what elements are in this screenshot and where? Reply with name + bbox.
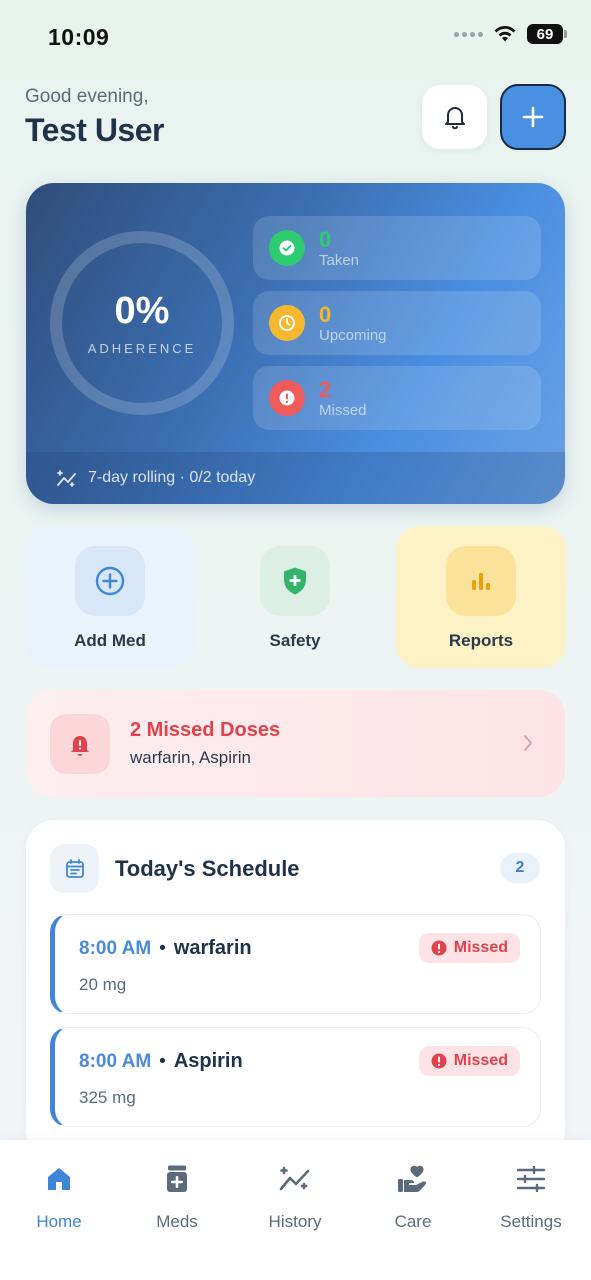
adherence-footer: 7-day rolling · 0/2 today [26, 452, 565, 504]
battery-icon: 69 [527, 24, 567, 44]
history-trend-icon [278, 1162, 312, 1196]
status-indicators: 69 [454, 24, 567, 44]
stat-missed: 2 Missed [253, 366, 541, 430]
bar-chart-icon [446, 546, 516, 616]
nav-settings-label: Settings [500, 1212, 562, 1231]
nav-care-label: Care [394, 1212, 432, 1231]
stat-taken: 0 Taken [253, 216, 541, 280]
care-heart-hand-icon [396, 1162, 430, 1196]
nav-home[interactable]: Home [4, 1162, 114, 1232]
dose-name: Aspirin [173, 1050, 243, 1072]
dose-amount: 20 mg [79, 975, 127, 994]
stat-missed-value: 2 [319, 376, 332, 402]
reports-label: Reports [448, 631, 514, 650]
stat-missed-label: Missed [319, 401, 367, 419]
nav-home-label: Home [36, 1212, 82, 1231]
notifications-button[interactable] [422, 85, 487, 149]
missed-alert-icon [431, 1053, 447, 1069]
stat-upcoming: 0 Upcoming [253, 291, 541, 355]
dose-name: warfarin [173, 937, 252, 959]
reports-button[interactable]: Reports [396, 526, 566, 668]
schedule-card: Today's Schedule 2 8:00 AM • warfarin 20… [26, 820, 565, 1160]
check-icon [269, 230, 305, 266]
missed-status-badge: Missed [418, 933, 520, 963]
dose-item[interactable]: 8:00 AM • warfarin 20 mg Missed [50, 914, 541, 1014]
status-bar: 10:09 69 [0, 0, 591, 70]
missed-status-badge: Missed [418, 1046, 520, 1076]
add-med-label: Add Med [74, 631, 146, 650]
missed-status-text: Missed [453, 1052, 508, 1069]
stat-upcoming-value: 0 [319, 301, 332, 327]
safety-label: Safety [269, 631, 321, 650]
user-name: Test User [25, 112, 164, 148]
adherence-ring: 0% ADHERENCE [50, 231, 234, 415]
add-button[interactable] [500, 84, 566, 150]
chevron-right-icon [524, 735, 532, 751]
add-med-button[interactable]: Add Med [25, 526, 195, 668]
missed-doses-title: 2 Missed Doses [130, 719, 281, 741]
wifi-icon [494, 26, 516, 42]
adherence-footer-text: 7-day rolling · 0/2 today [88, 469, 256, 486]
bell-icon [444, 107, 465, 130]
schedule-title: Today's Schedule [115, 856, 300, 881]
clock-icon [269, 305, 305, 341]
safety-button[interactable]: Safety [210, 526, 380, 668]
greeting-text: Good evening, [25, 86, 149, 107]
stat-taken-label: Taken [319, 251, 360, 269]
missed-doses-subtitle: warfarin, Aspirin [130, 748, 251, 767]
nav-meds[interactable]: Meds [122, 1162, 232, 1232]
nav-meds-label: Meds [156, 1212, 198, 1231]
dose-separator: • [159, 937, 166, 959]
dose-time: 8:00 AM [79, 1050, 152, 1072]
add-circle-icon [75, 546, 145, 616]
status-time: 10:09 [48, 24, 110, 50]
bottom-nav: Home Meds History Care Settings [0, 1140, 591, 1280]
nav-settings[interactable]: Settings [476, 1162, 586, 1232]
nav-history[interactable]: History [240, 1162, 350, 1232]
medicine-bottle-icon [164, 1162, 190, 1196]
alert-icon [269, 380, 305, 416]
adherence-card[interactable]: 0% ADHERENCE 0 Taken 0 Upcoming 2 Missed [26, 183, 565, 504]
alarm-bell-icon [50, 713, 110, 774]
home-icon [45, 1162, 73, 1196]
plus-icon [522, 106, 544, 128]
dose-item[interactable]: 8:00 AM • Aspirin 325 mg Missed [50, 1027, 541, 1127]
shield-icon [260, 546, 330, 616]
trend-sparkle-icon [57, 470, 76, 487]
nav-care[interactable]: Care [358, 1162, 468, 1232]
nav-history-label: History [268, 1212, 322, 1231]
adherence-percent: 0% [114, 290, 170, 332]
stat-taken-value: 0 [319, 226, 332, 252]
schedule-count-badge: 2 [500, 853, 540, 883]
stat-upcoming-label: Upcoming [319, 326, 387, 344]
missed-status-text: Missed [453, 939, 508, 956]
adherence-label: ADHERENCE [87, 341, 197, 356]
cellular-signal-icon [454, 31, 483, 37]
dose-amount: 325 mg [79, 1088, 136, 1107]
missed-doses-alert[interactable]: 2 Missed Doses warfarin, Aspirin [26, 690, 565, 797]
sliders-icon [516, 1162, 546, 1196]
dose-separator: • [159, 1050, 166, 1072]
missed-alert-icon [431, 940, 447, 956]
calendar-icon [50, 844, 99, 893]
dose-time: 8:00 AM [79, 937, 152, 959]
